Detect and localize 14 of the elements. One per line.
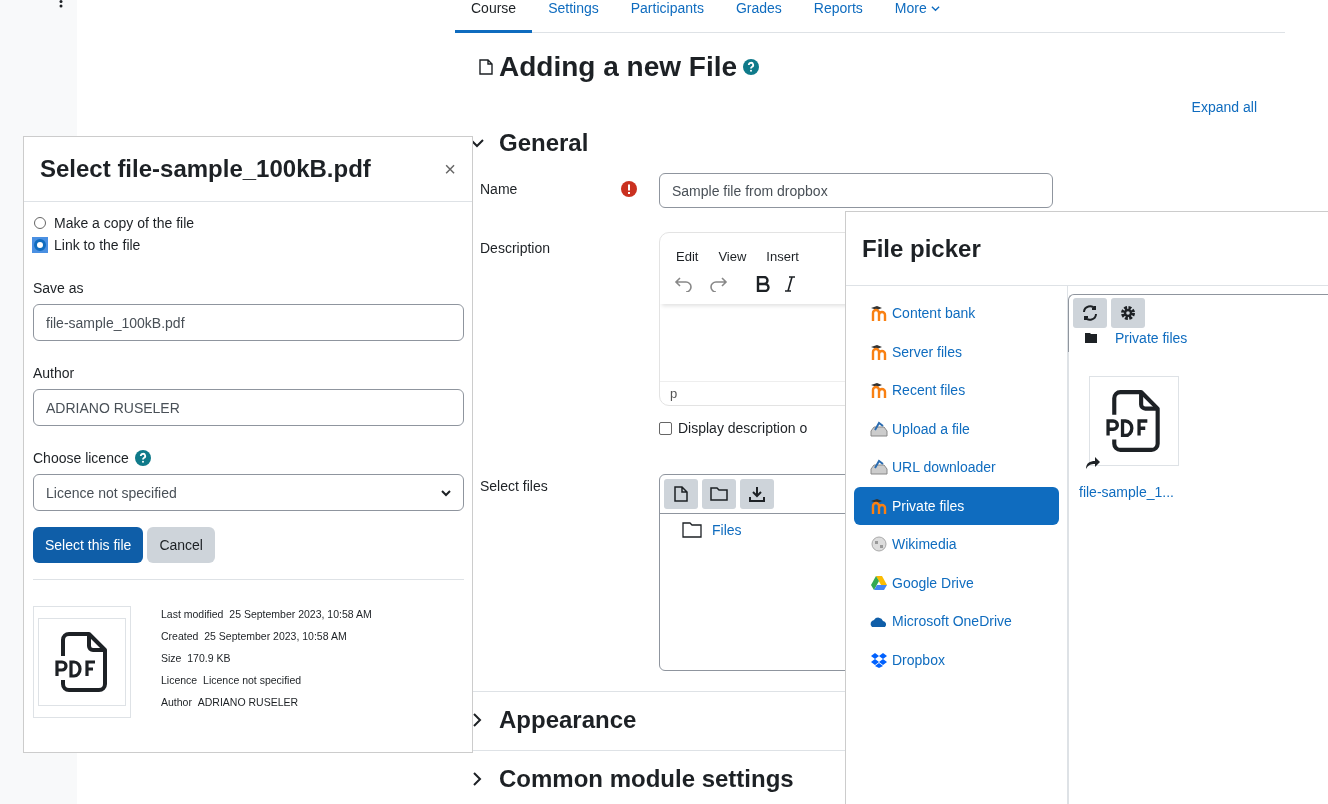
field-label: Select files	[480, 478, 548, 494]
file-detail: Last modified 25 September 2023, 10:58 AM	[161, 608, 372, 622]
file-detail: Licence Licence not specified	[161, 674, 303, 688]
file-detail: Size 170.9 KB	[161, 652, 232, 666]
field-label: Save as	[33, 280, 85, 296]
page-title: Adding a new File	[499, 51, 737, 83]
file-detail: Author ADRIANO RUSELER	[161, 696, 300, 710]
field-label: Name	[480, 181, 518, 197]
dialog-title: Select file-sample_100kB.pdf	[40, 155, 371, 183]
field-label: Author	[33, 365, 76, 381]
file-detail: Created 25 September 2023, 10:58 AM	[161, 630, 348, 644]
field-label: Choose licence	[33, 450, 129, 466]
field-label: Description	[480, 240, 551, 256]
dialog-title: File picker	[862, 234, 981, 263]
